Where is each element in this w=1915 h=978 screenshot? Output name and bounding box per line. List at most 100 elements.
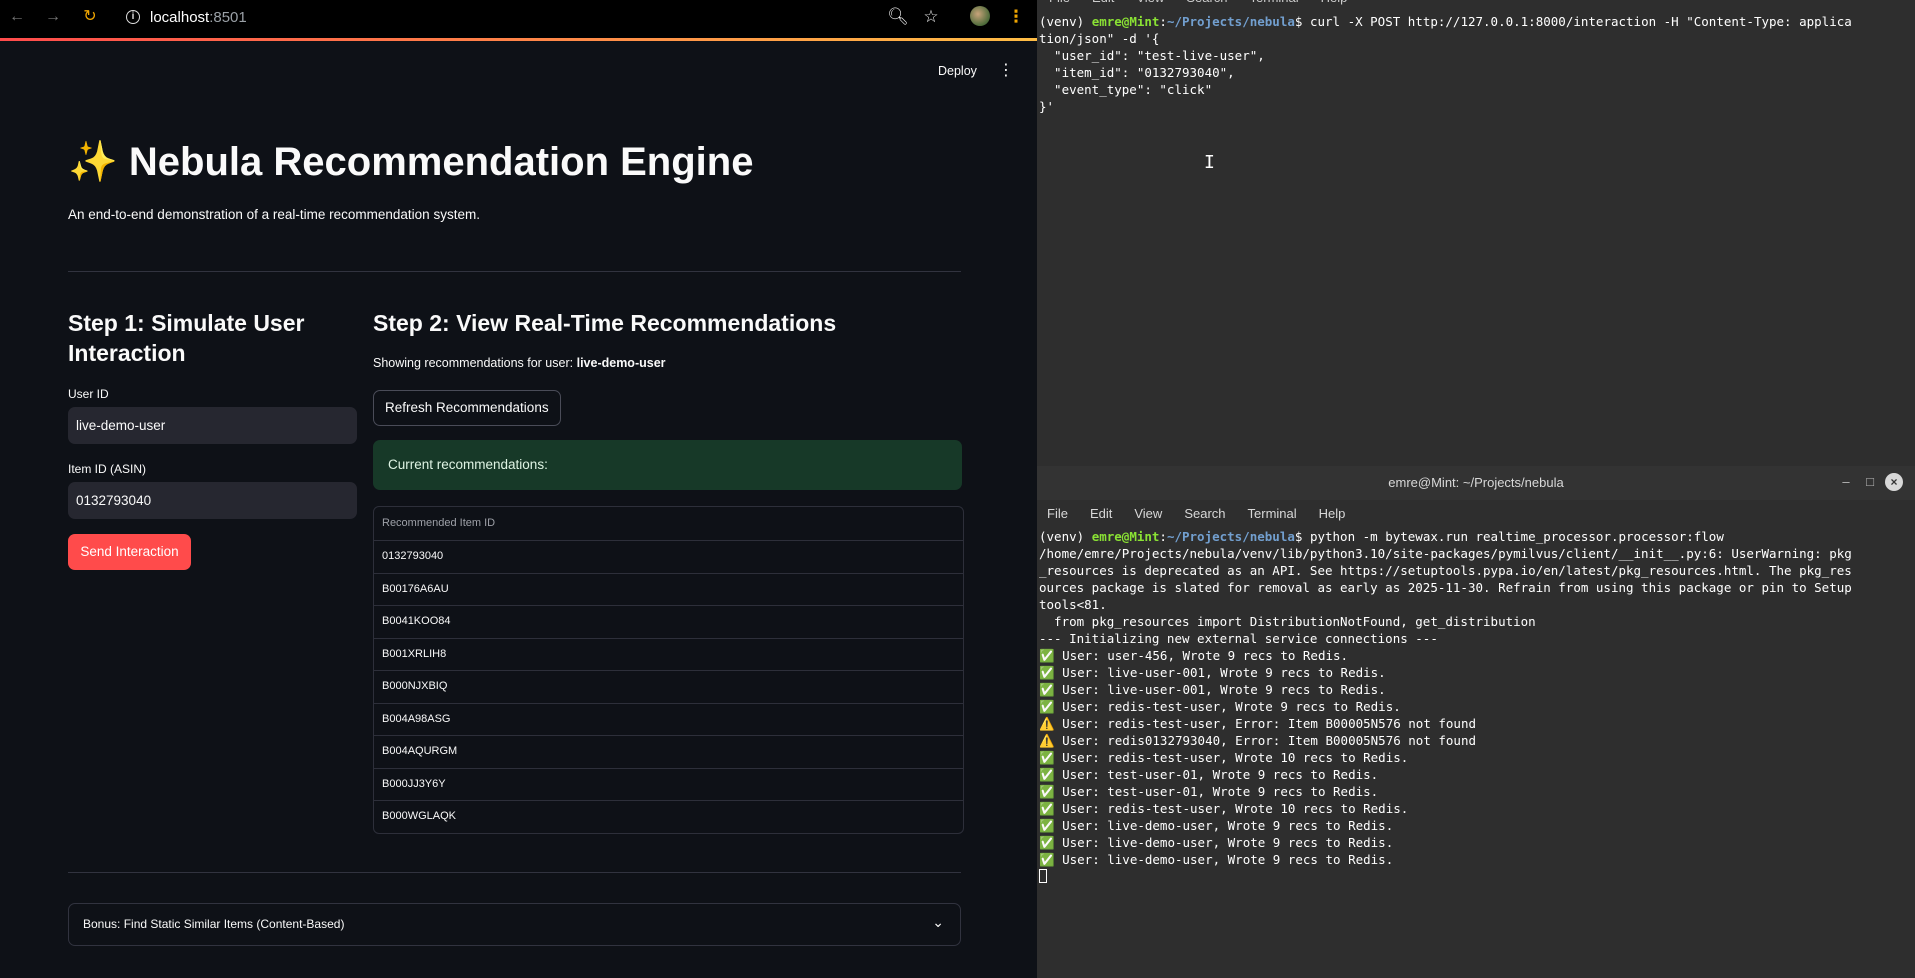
refresh-recommendations-button[interactable]: Refresh Recommendations [373,390,561,426]
menu-item[interactable]: Terminal [1250,0,1299,5]
terminal2-menubar: File Edit View Search Terminal Help [1047,506,1345,521]
table-row[interactable]: B00176A6AU [374,574,963,606]
user-id-input[interactable]: live-demo-user [68,407,357,444]
url-port: :8501 [209,8,247,26]
menu-item[interactable]: View [1136,0,1164,5]
terminal2-prompt-line: (venv) emre@Mint:~/Projects/nebula$ pyth… [1039,529,1724,544]
terminal-line: ✅ User: redis-test-user, Wrote 10 recs t… [1039,750,1409,765]
terminal-line: ✅ User: live-user-001, Wrote 9 recs to R… [1039,682,1386,697]
menu-item[interactable]: File [1047,506,1068,521]
table-header[interactable]: Recommended Item ID [374,507,963,541]
showing-text: Showing recommendations for user: live-d… [373,356,666,370]
url-host: localhost [150,8,210,26]
showing-user: live-demo-user [576,356,666,370]
menu-item[interactable]: View [1134,506,1162,521]
terminal1-output[interactable]: (venv) emre@Mint:~/Projects/nebula$ curl… [1039,13,1909,115]
menu-item[interactable]: Search [1184,506,1225,521]
item-id-label: Item ID (ASIN) [68,462,147,476]
forward-icon[interactable]: → [42,6,64,28]
terminal-line: _resources is deprecated as an API. See … [1039,563,1852,578]
menu-item[interactable]: File [1049,0,1070,5]
terminal-line: --- Initializing new external service co… [1039,631,1438,646]
terminal-line: /home/emre/Projects/nebula/venv/lib/pyth… [1039,546,1852,561]
terminal2-command: $ python -m bytewax.run realtime_process… [1294,529,1724,544]
step1-heading: Step 1: Simulate User Interaction [68,310,305,366]
terminal2-titlebar: emre@Mint: ~/Projects/nebula – □ × [1037,466,1915,500]
table-row[interactable]: B0041KOO84 [374,606,963,639]
table-row[interactable]: B000NJXBIQ [374,671,963,704]
chevron-down-icon: ⌄ [932,914,944,930]
table-row[interactable]: 0132793040 [374,541,963,574]
deploy-button[interactable]: Deploy [932,60,983,82]
terminal-line: "item_id": "0132793040", [1039,65,1235,80]
terminal-line: ✅ User: user-456, Wrote 9 recs to Redis. [1039,648,1349,663]
divider [68,271,961,272]
terminal-line: ources package is slated for removal as … [1039,580,1852,595]
recommendations-table[interactable]: Recommended Item ID 0132793040 B00176A6AU… [373,506,964,834]
page-title: ✨ Nebula Recommendation Engine [68,140,754,184]
terminal2-title: emre@Mint: ~/Projects/nebula [1388,475,1564,490]
menu-item[interactable]: Help [1319,506,1346,521]
terminal-line: ✅ User: live-user-001, Wrote 9 recs to R… [1039,665,1386,680]
terminal-line: ⚠️ User: redis-test-user, Error: Item B0… [1039,716,1476,731]
site-info-icon[interactable]: i [126,10,140,24]
close-icon[interactable]: × [1885,473,1903,491]
terminal-line: ⚠️ User: redis0132793040, Error: Item B0… [1039,733,1476,748]
text-cursor-icon: I [1204,152,1215,173]
user-id-label: User ID [68,387,109,401]
prompt-path: ~/Projects/nebula [1166,14,1295,29]
terminal-cursor [1039,869,1047,883]
terminal-curl[interactable]: File Edit View Search Terminal Help (venv) em… [1037,0,1915,466]
bonus-expander[interactable]: Bonus: Find Static Similar Items (Conten… [68,903,961,946]
table-row[interactable]: B004A98ASG [374,704,963,736]
browser-toolbar: ← → ↻ i localhost:8501 🔍︎ ☆ ⋮ [0,0,1037,38]
menu-item[interactable]: Edit [1090,506,1112,521]
minimize-icon[interactable]: – [1837,473,1855,491]
app-header-decoration [0,38,1037,41]
terminal-line: ✅ User: redis-test-user, Wrote 9 recs to… [1039,699,1401,714]
terminal-line: ✅ User: test-user-01, Wrote 9 recs to Re… [1039,767,1379,782]
bookmark-star-icon[interactable]: ☆ [918,4,944,30]
menu-item[interactable]: Help [1321,0,1348,5]
item-id-input[interactable]: 0132793040 [68,482,357,519]
terminal-line: }' [1039,99,1055,114]
terminal-line: ✅ User: live-demo-user, Wrote 9 recs to … [1039,852,1394,867]
prompt-user: emre@Mint [1091,529,1160,544]
page-subtitle: An end-to-end demonstration of a real-ti… [68,207,480,222]
reload-icon[interactable]: ↻ [79,6,101,28]
terminal-line: ✅ User: live-demo-user, Wrote 9 recs to … [1039,835,1394,850]
table-row[interactable]: B000WGLAQK [374,801,963,833]
terminal1-menubar: File Edit View Search Terminal Help [1049,0,1347,5]
back-icon[interactable]: ← [6,6,28,28]
terminal-line: tools<81. [1039,597,1107,612]
success-alert: Current recommendations: [373,440,962,490]
terminal-processor[interactable]: emre@Mint: ~/Projects/nebula – □ × File E… [1037,466,1915,978]
zoom-icon[interactable]: 🔍︎ [885,4,911,30]
prompt-path: ~/Projects/nebula [1166,529,1295,544]
profile-avatar[interactable] [970,6,990,26]
terminal1-prompt-line: (venv) emre@Mint:~/Projects/nebula$ curl… [1039,14,1852,29]
terminal-line: "user_id": "test-live-user", [1039,48,1265,63]
terminal-line: "event_type": "click" [1039,82,1213,97]
terminal2-output[interactable]: (venv) emre@Mint:~/Projects/nebula$ pyth… [1039,528,1911,885]
browser-menu-icon[interactable]: ⋮ [1003,4,1029,30]
step2-heading: Step 2: View Real-Time Recommendations [373,310,837,336]
terminal-line: from pkg_resources import DistributionNo… [1039,614,1536,629]
menu-item[interactable]: Search [1186,0,1227,5]
terminal1-command: $ curl -X POST http://127.0.0.1:8000/int… [1294,14,1852,29]
terminal-line: ✅ User: test-user-01, Wrote 9 recs to Re… [1039,784,1379,799]
send-interaction-button[interactable]: Send Interaction [68,534,191,570]
terminal-line: tion/json" -d '{ [1039,31,1160,46]
table-row[interactable]: B004AQURGM [374,736,963,769]
table-row[interactable]: B001XRLIH8 [374,639,963,671]
showing-prefix: Showing recommendations for user: [373,356,574,370]
maximize-icon[interactable]: □ [1861,473,1879,491]
menu-item[interactable]: Edit [1092,0,1114,5]
prompt-user: emre@Mint [1091,14,1160,29]
table-row[interactable]: B000JJ3Y6Y [374,769,963,801]
terminal2-cursor-line [1039,868,1911,885]
divider [68,872,961,873]
address-bar[interactable]: i localhost:8501 [126,4,247,30]
app-menu-icon[interactable]: ⋮ [998,60,1014,80]
menu-item[interactable]: Terminal [1248,506,1297,521]
